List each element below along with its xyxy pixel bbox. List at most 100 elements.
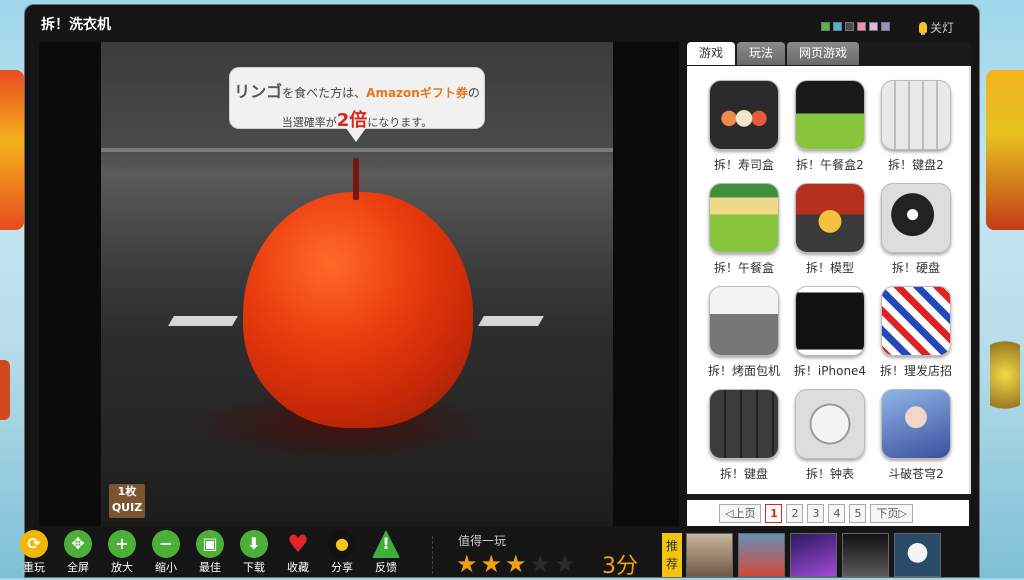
- qq-share-button[interactable]: ● 分享: [320, 530, 364, 575]
- star-icon[interactable]: ★: [554, 552, 576, 576]
- page-3-button[interactable]: 3: [807, 503, 825, 523]
- model-icon: [795, 183, 865, 253]
- game-item[interactable]: 拆！烤面包机: [701, 286, 787, 389]
- tab-1[interactable]: 游戏: [687, 42, 736, 65]
- apple[interactable]: [243, 192, 473, 428]
- game-item-label: 斗破苍穹2: [888, 467, 944, 481]
- feedback-icon: !: [372, 530, 400, 558]
- theme-swatch[interactable]: [869, 22, 878, 31]
- page-5-button[interactable]: 5: [849, 503, 867, 523]
- game-item[interactable]: 拆！键盘2: [873, 80, 959, 183]
- game-item[interactable]: 拆！钟表: [787, 389, 873, 492]
- qq-share-icon: ●: [328, 530, 356, 558]
- toolbar-label: 全屏: [67, 561, 89, 574]
- theme-swatch[interactable]: [821, 22, 830, 31]
- hard-disk-icon: [881, 183, 951, 253]
- recommend-game-thumb[interactable]: [842, 533, 889, 577]
- recommend-label: 推荐: [662, 533, 682, 577]
- game-item[interactable]: 拆！硬盘: [873, 183, 959, 286]
- best-fit-button[interactable]: ▣ 最佳: [188, 530, 232, 575]
- download-button[interactable]: ⬇ 下载: [232, 530, 276, 575]
- light-bulb-icon: [919, 22, 927, 35]
- keyboard-icon: [709, 389, 779, 459]
- star-icon[interactable]: ★: [456, 552, 478, 576]
- keyboard2-icon: [881, 80, 951, 150]
- recommend-game-thumb[interactable]: [738, 533, 785, 577]
- game-scene[interactable]: リンゴを食べた方は、Amazonギフト券の 当選確率が2倍になります。 1枚 Q…: [101, 42, 613, 526]
- game-item-label: 拆！理发店招: [879, 364, 952, 378]
- favorite-button[interactable]: ♥ 收藏: [276, 530, 320, 575]
- bottom-toolbar: ⟳ 重玩 ✥ 全屏 + 放大 − 缩小 ▣ 最佳 ⬇ 下载 ♥ 收藏 ● 分享 ! 反馈: [12, 530, 408, 575]
- best-fit-icon: ▣: [196, 530, 224, 558]
- zoom-in-button[interactable]: + 放大: [100, 530, 144, 575]
- page-2-button[interactable]: 2: [786, 503, 804, 523]
- game-item[interactable]: 拆！午餐盒: [701, 183, 787, 286]
- tab-3[interactable]: 网页游戏: [787, 42, 860, 65]
- bubble-double: 2倍: [336, 110, 368, 131]
- toolbar-label: 分享: [331, 561, 353, 574]
- toolbar-label: 最佳: [199, 561, 221, 574]
- star-icon[interactable]: ★: [505, 552, 527, 576]
- theme-swatch[interactable]: [881, 22, 890, 31]
- game-area[interactable]: リンゴを食べた方は、Amazonギフト券の 当選確率が2倍になります。 1枚 Q…: [39, 42, 679, 526]
- game-list-scrollbar[interactable]: [969, 66, 971, 494]
- quiz-badge-line1: 1枚: [117, 485, 137, 498]
- pager: ◁上页 1 2 3 4 5 下页▷: [687, 500, 969, 526]
- side-tabs: 游戏 玩法 网页游戏: [687, 42, 860, 66]
- page-4-button[interactable]: 4: [828, 503, 846, 523]
- side-panel: 游戏 玩法 网页游戏 拆！寿司盒 拆！午餐盒2 拆！键盘2 拆！午餐盒 拆！模型 拆！硬盘 拆！…: [687, 42, 971, 526]
- bubble-text-4: になります。: [367, 116, 433, 129]
- toolbar-label: 下载: [243, 561, 265, 574]
- theme-swatch[interactable]: [833, 22, 842, 31]
- zoom-out-button[interactable]: − 缩小: [144, 530, 188, 575]
- lights-off-button[interactable]: 关灯: [919, 19, 954, 36]
- toolbar-label: 重玩: [23, 561, 45, 574]
- game-item[interactable]: 拆！iPhone4: [787, 286, 873, 389]
- apple-stem: [353, 158, 359, 200]
- iphone4-icon: [795, 286, 865, 356]
- toolbar-label: 收藏: [287, 561, 309, 574]
- page-1-button[interactable]: 1: [765, 503, 783, 523]
- download-icon: ⬇: [240, 530, 268, 558]
- speech-bubble: リンゴを食べた方は、Amazonギフト券の 当選確率が2倍になります。: [229, 67, 485, 142]
- theme-swatch[interactable]: [845, 22, 854, 31]
- favorite-icon: ♥: [287, 530, 309, 558]
- title-bar: 拆！洗衣机 关灯: [25, 5, 979, 43]
- game-item-label: 拆！午餐盒: [713, 261, 774, 275]
- shelf-edge: [101, 148, 613, 152]
- game-grid: 拆！寿司盒 拆！午餐盒2 拆！键盘2 拆！午餐盒 拆！模型 拆！硬盘 拆！烤面包机 拆！iPh…: [701, 80, 959, 492]
- star-icon[interactable]: ★: [530, 552, 552, 576]
- game-item[interactable]: 拆！寿司盒: [701, 80, 787, 183]
- background-art-left-lower: [0, 360, 10, 420]
- game-list: 拆！寿司盒 拆！午餐盒2 拆！键盘2 拆！午餐盒 拆！模型 拆！硬盘 拆！烤面包机 拆！iPh…: [687, 66, 969, 494]
- recommend-game-thumb[interactable]: [894, 533, 941, 577]
- bubble-text-1: を食べた方は、: [282, 86, 367, 100]
- game-item-label: 拆！键盘: [719, 467, 768, 481]
- replay-button[interactable]: ⟳ 重玩: [12, 530, 56, 575]
- recommend-thumbs: [686, 533, 941, 577]
- game-item-label: 拆！钟表: [805, 467, 854, 481]
- tab-2[interactable]: 玩法: [737, 42, 786, 65]
- prev-page-button[interactable]: ◁上页: [719, 503, 762, 523]
- game-item[interactable]: 斗破苍穹2: [873, 389, 959, 492]
- game-item[interactable]: 拆！午餐盒2: [787, 80, 873, 183]
- bubble-text-2: の: [467, 86, 480, 100]
- bubble-amazon: Amazonギフト券: [366, 86, 468, 100]
- replay-icon: ⟳: [20, 530, 48, 558]
- quiz-badge[interactable]: 1枚 QUIZ: [109, 484, 145, 518]
- star-icon[interactable]: ★: [481, 552, 503, 576]
- lunch-box2-icon: [795, 80, 865, 150]
- recommend-game-thumb[interactable]: [686, 533, 733, 577]
- game-item-label: 拆！寿司盒: [713, 158, 774, 172]
- fullscreen-button[interactable]: ✥ 全屏: [56, 530, 100, 575]
- game-item-label: 拆！午餐盒2: [796, 158, 864, 172]
- game-item[interactable]: 拆！模型: [787, 183, 873, 286]
- game-item[interactable]: 拆！键盘: [701, 389, 787, 492]
- rating-stars[interactable]: ★ ★ ★ ★ ★: [456, 552, 576, 576]
- recommend-game-thumb[interactable]: [790, 533, 837, 577]
- theme-swatch[interactable]: [857, 22, 866, 31]
- feedback-button[interactable]: ! 反馈: [364, 530, 408, 575]
- next-page-button[interactable]: 下页▷: [870, 503, 913, 523]
- game-item[interactable]: 拆！理发店招: [873, 286, 959, 389]
- toolbar-divider: [432, 536, 434, 574]
